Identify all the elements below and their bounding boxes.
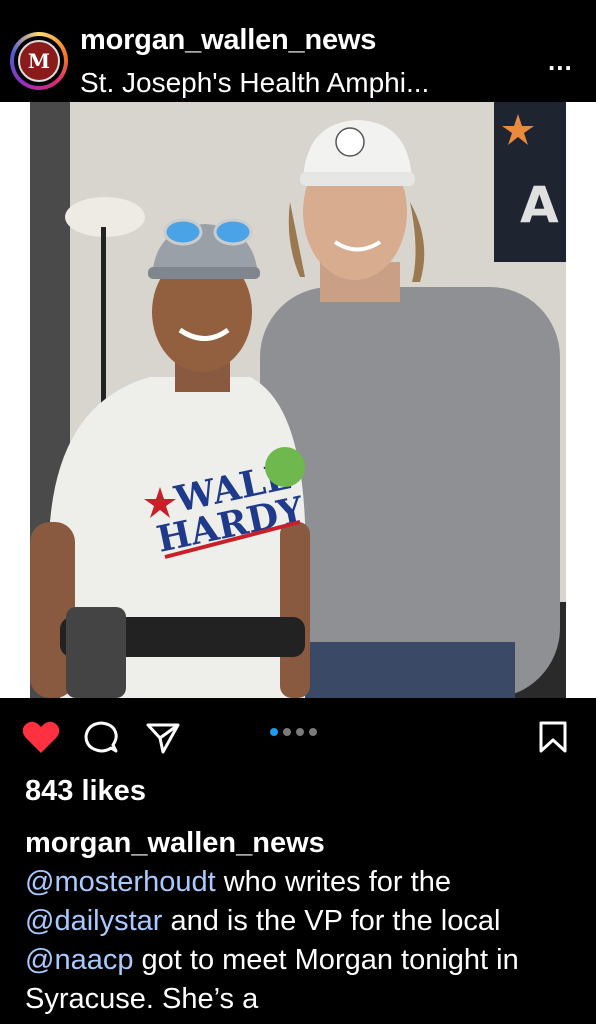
post-header: M morgan_wallen_news St. Joseph's Health… xyxy=(0,0,596,102)
paper-plane-icon[interactable] xyxy=(146,722,180,759)
post-photo[interactable]: A WALL HARDY xyxy=(0,102,596,698)
likes-count[interactable]: 843 likes xyxy=(25,775,146,808)
avatar-logo: M xyxy=(18,40,60,82)
profile-avatar[interactable]: M xyxy=(10,32,68,90)
post-caption: morgan_wallen_news @mosterhoudt who write… xyxy=(25,824,585,1019)
carousel-dot xyxy=(309,728,317,736)
carousel-indicator xyxy=(270,728,317,736)
mention-link[interactable]: @mosterhoudt xyxy=(25,866,216,898)
carousel-dot xyxy=(283,728,291,736)
caption-username[interactable]: morgan_wallen_news xyxy=(25,824,585,863)
post-username[interactable]: morgan_wallen_news xyxy=(80,24,376,57)
mention-link[interactable]: @dailystar xyxy=(25,905,162,937)
caption-text: who writes for the xyxy=(215,866,451,898)
caption-text: and is the VP for the local xyxy=(162,905,501,937)
post-location[interactable]: St. Joseph's Health Amphi... xyxy=(80,67,429,99)
carousel-dot xyxy=(296,728,304,736)
heart-icon[interactable] xyxy=(22,720,60,759)
svg-text:A: A xyxy=(520,176,559,234)
bookmark-icon[interactable] xyxy=(538,720,568,759)
more-options-icon[interactable]: ... xyxy=(548,46,573,77)
comment-icon[interactable] xyxy=(84,720,118,759)
carousel-dot xyxy=(270,728,278,736)
mention-link[interactable]: @naacp xyxy=(25,944,133,976)
